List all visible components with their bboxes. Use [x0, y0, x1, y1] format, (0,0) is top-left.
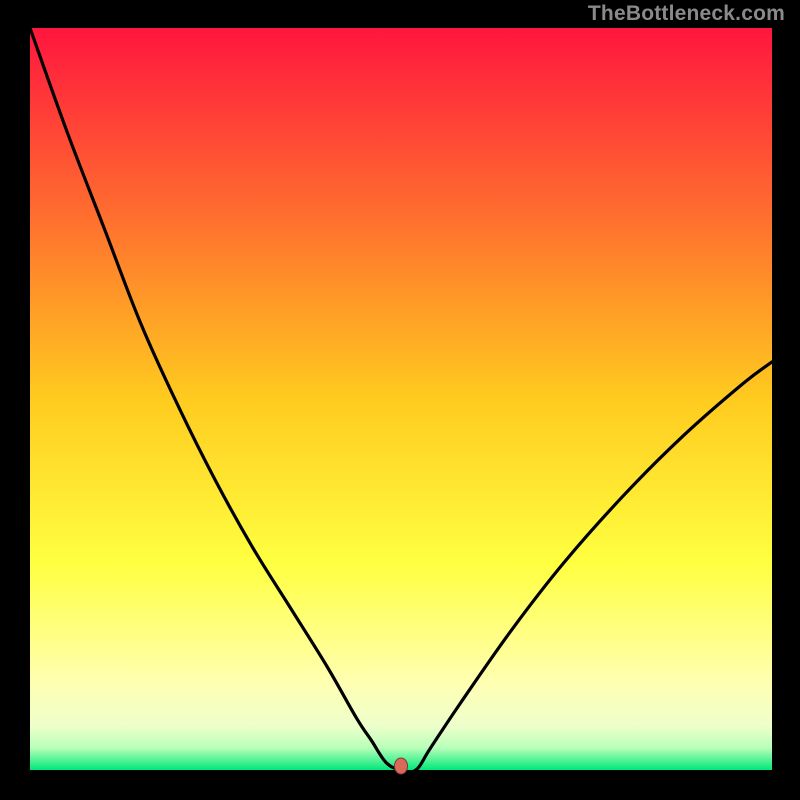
watermark-label: TheBottleneck.com — [588, 2, 785, 26]
plot-area — [30, 28, 772, 770]
chart-svg — [0, 0, 800, 800]
minimum-marker — [395, 758, 408, 774]
chart-canvas: TheBottleneck.com — [0, 0, 800, 800]
